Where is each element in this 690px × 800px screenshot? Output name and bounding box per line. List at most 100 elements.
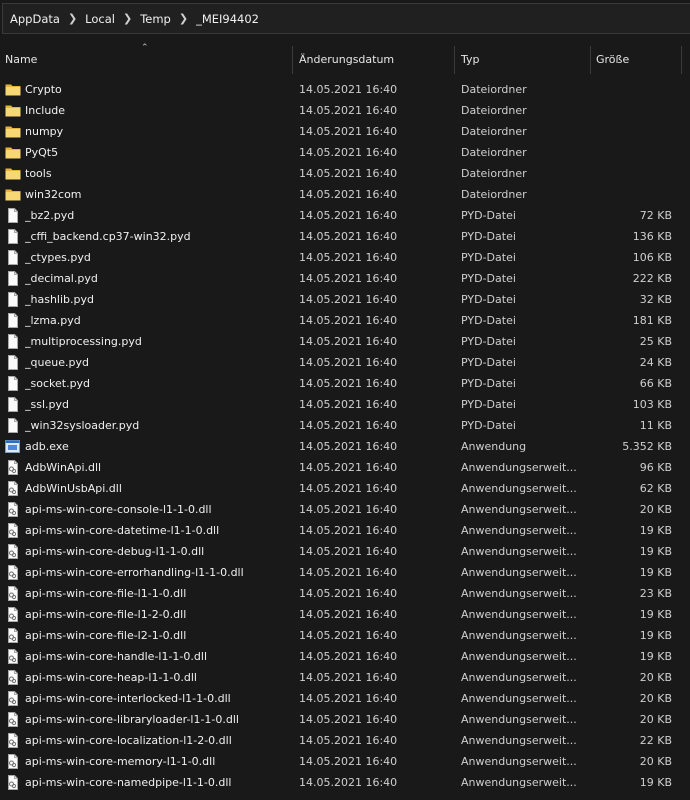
file-row[interactable]: api-ms-win-core-errorhandling-l1-1-0.dll…	[0, 562, 690, 583]
file-row[interactable]: _decimal.pyd 14.05.2021 16:40 PYD-Datei 222…	[0, 268, 690, 289]
folder-icon	[5, 145, 21, 160]
file-row[interactable]: api-ms-win-core-heap-l1-1-0.dll 14.05.202…	[0, 667, 690, 688]
file-size: 20 KB	[639, 503, 672, 516]
file-row[interactable]: _win32sysloader.pyd 14.05.2021 16:40 PYD-D…	[0, 415, 690, 436]
file-date: 14.05.2021 16:40	[299, 524, 398, 537]
file-name: numpy	[25, 125, 64, 138]
file-icon	[5, 292, 21, 307]
column-divider[interactable]	[292, 46, 293, 74]
file-date: 14.05.2021 16:40	[299, 209, 398, 222]
file-row[interactable]: api-ms-win-core-localization-l1-2-0.dll 1…	[0, 730, 690, 751]
file-size: 222 KB	[632, 272, 672, 285]
file-row[interactable]: _queue.pyd 14.05.2021 16:40 PYD-Datei 24 KB	[0, 352, 690, 373]
file-row[interactable]: api-ms-win-core-libraryloader-l1-1-0.dll…	[0, 709, 690, 730]
file-icon	[5, 229, 21, 244]
file-type: Dateiordner	[461, 83, 527, 96]
breadcrumb-temp[interactable]: Temp	[140, 12, 171, 26]
dll-icon	[5, 481, 21, 496]
breadcrumb-appdata[interactable]: AppData	[10, 12, 60, 26]
file-type: Anwendungserweit...	[461, 734, 577, 747]
file-row[interactable]: _socket.pyd 14.05.2021 16:40 PYD-Datei 66 K…	[0, 373, 690, 394]
file-row[interactable]: AdbWinUsbApi.dll 14.05.2021 16:40 Anwendun…	[0, 478, 690, 499]
file-row[interactable]: numpy 14.05.2021 16:40 Dateiordner	[0, 121, 690, 142]
file-name: AdbWinUsbApi.dll	[25, 482, 122, 495]
file-type: Anwendungserweit...	[461, 566, 577, 579]
file-type: Anwendungserweit...	[461, 671, 577, 684]
chevron-right-icon[interactable]: ❯	[179, 12, 188, 25]
file-row[interactable]: api-ms-win-core-console-l1-1-0.dll 14.05.…	[0, 499, 690, 520]
file-row[interactable]: api-ms-win-core-memory-l1-1-0.dll 14.05.2…	[0, 751, 690, 772]
column-header-type[interactable]: Typ	[456, 42, 590, 76]
file-row[interactable]: Include 14.05.2021 16:40 Dateiordner	[0, 100, 690, 121]
dll-icon	[5, 544, 21, 559]
file-type: PYD-Datei	[461, 314, 516, 327]
file-name: _cffi_backend.cp37-win32.pyd	[25, 230, 191, 243]
file-type: PYD-Datei	[461, 230, 516, 243]
breadcrumb[interactable]: AppData ❯ Local ❯ Temp ❯ _MEI94402	[2, 3, 690, 34]
file-name: api-ms-win-core-file-l1-2-0.dll	[25, 608, 187, 621]
folder-icon	[5, 82, 21, 97]
file-name: api-ms-win-core-debug-l1-1-0.dll	[25, 545, 205, 558]
file-date: 14.05.2021 16:40	[299, 146, 398, 159]
file-row[interactable]: api-ms-win-core-file-l2-1-0.dll 14.05.202…	[0, 625, 690, 646]
file-row[interactable]: api-ms-win-core-file-l1-1-0.dll 14.05.202…	[0, 583, 690, 604]
file-row[interactable]: _hashlib.pyd 14.05.2021 16:40 PYD-Datei 32 …	[0, 289, 690, 310]
file-size: 11 KB	[639, 419, 672, 432]
file-type: Dateiordner	[461, 146, 527, 159]
file-row[interactable]: _lzma.pyd 14.05.2021 16:40 PYD-Datei 181 KB	[0, 310, 690, 331]
file-row[interactable]: adb.exe 14.05.2021 16:40 Anwendung 5.352 KB	[0, 436, 690, 457]
file-name: api-ms-win-core-datetime-l1-1-0.dll	[25, 524, 220, 537]
file-icon	[5, 250, 21, 265]
file-row[interactable]: _cffi_backend.cp37-win32.pyd 14.05.2021 1…	[0, 226, 690, 247]
file-date: 14.05.2021 16:40	[299, 398, 398, 411]
file-date: 14.05.2021 16:40	[299, 272, 398, 285]
file-name: Include	[25, 104, 66, 117]
file-row[interactable]: _bz2.pyd 14.05.2021 16:40 PYD-Datei 72 KB	[0, 205, 690, 226]
folder-icon	[5, 166, 21, 181]
file-size	[595, 184, 672, 205]
file-date: 14.05.2021 16:40	[299, 713, 398, 726]
file-row[interactable]: api-ms-win-core-debug-l1-1-0.dll 14.05.20…	[0, 541, 690, 562]
file-row[interactable]: tools 14.05.2021 16:40 Dateiordner	[0, 163, 690, 184]
file-row[interactable]: PyQt5 14.05.2021 16:40 Dateiordner	[0, 142, 690, 163]
file-name: Crypto	[25, 83, 62, 96]
address-bar[interactable]: AppData ❯ Local ❯ Temp ❯ _MEI94402	[0, 0, 690, 38]
column-divider[interactable]	[454, 46, 455, 74]
column-header-name[interactable]: Name	[0, 42, 292, 76]
breadcrumb-current-folder[interactable]: _MEI94402	[196, 12, 259, 26]
column-header-date[interactable]: Änderungsdatum	[294, 42, 454, 76]
file-row[interactable]: api-ms-win-core-datetime-l1-1-0.dll 14.05…	[0, 520, 690, 541]
file-size	[595, 142, 672, 163]
file-date: 14.05.2021 16:40	[299, 419, 398, 432]
chevron-right-icon[interactable]: ❯	[68, 12, 77, 25]
dll-icon	[5, 565, 21, 580]
file-row[interactable]: api-ms-win-core-handle-l1-1-0.dll 14.05.2…	[0, 646, 690, 667]
file-row[interactable]: _ctypes.pyd 14.05.2021 16:40 PYD-Datei 106 …	[0, 247, 690, 268]
file-name: AdbWinApi.dll	[25, 461, 102, 474]
file-date: 14.05.2021 16:40	[299, 587, 398, 600]
file-name: api-ms-win-core-localization-l1-2-0.dll	[25, 734, 232, 747]
file-name: api-ms-win-core-namedpipe-l1-1-0.dll	[25, 776, 232, 789]
file-row[interactable]: api-ms-win-core-interlocked-l1-1-0.dll 14…	[0, 688, 690, 709]
file-type: Dateiordner	[461, 188, 527, 201]
file-row[interactable]: api-ms-win-core-file-l1-2-0.dll 14.05.202…	[0, 604, 690, 625]
file-type: PYD-Datei	[461, 377, 516, 390]
file-row[interactable]: win32com 14.05.2021 16:40 Dateiordner	[0, 184, 690, 205]
file-icon	[5, 376, 21, 391]
file-size: 103 KB	[632, 398, 672, 411]
column-header-size[interactable]: Größe	[591, 42, 681, 76]
file-name: _bz2.pyd	[25, 209, 75, 222]
file-size: 32 KB	[639, 293, 672, 306]
file-row[interactable]: AdbWinApi.dll 14.05.2021 16:40 Anwendungse…	[0, 457, 690, 478]
file-row[interactable]: _ssl.pyd 14.05.2021 16:40 PYD-Datei 103 KB	[0, 394, 690, 415]
file-row[interactable]: Crypto 14.05.2021 16:40 Dateiordner	[0, 79, 690, 100]
file-row[interactable]: api-ms-win-core-namedpipe-l1-1-0.dll 14.0…	[0, 772, 690, 793]
breadcrumb-local[interactable]: Local	[85, 12, 115, 26]
folder-icon	[5, 187, 21, 202]
column-divider[interactable]	[681, 46, 682, 74]
file-type: PYD-Datei	[461, 335, 516, 348]
file-size: 25 KB	[639, 335, 672, 348]
file-date: 14.05.2021 16:40	[299, 608, 398, 621]
file-row[interactable]: _multiprocessing.pyd 14.05.2021 16:40 PYD-…	[0, 331, 690, 352]
chevron-right-icon[interactable]: ❯	[123, 12, 132, 25]
